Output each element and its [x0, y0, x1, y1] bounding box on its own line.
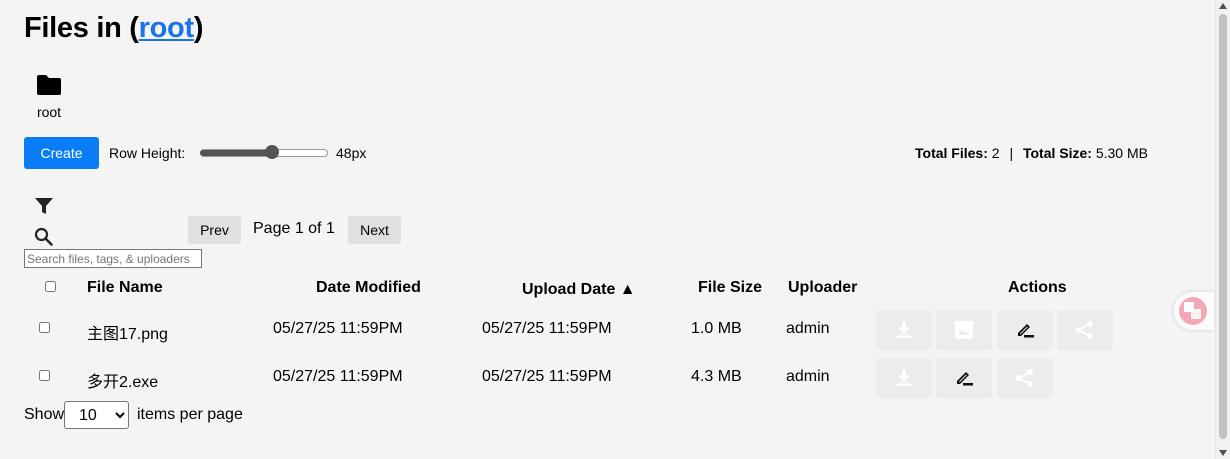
uploader: admin	[786, 368, 830, 385]
column-header-upload-date[interactable]: Upload Date ▲	[522, 281, 636, 299]
title-suffix: )	[193, 12, 204, 44]
row-checkbox[interactable]	[39, 322, 50, 333]
column-header-date-modified[interactable]: Date Modified	[316, 279, 421, 297]
row-checkbox[interactable]	[39, 370, 50, 381]
file-name[interactable]: 主图17.png	[87, 320, 168, 344]
prev-page-button[interactable]: Prev	[188, 216, 241, 244]
edit-icon	[1018, 324, 1034, 338]
download-icon	[897, 369, 911, 386]
preview-button[interactable]	[936, 310, 992, 350]
page-info: Page 1 of 1	[253, 220, 335, 237]
total-files-label: Total Files:	[915, 145, 988, 161]
share-icon	[1016, 369, 1033, 387]
column-header-file-size[interactable]: File Size	[698, 279, 762, 297]
uploader: admin	[786, 320, 830, 337]
sort-ascending-icon: ▲	[619, 281, 636, 298]
scrollbar-thumb[interactable]	[1219, 14, 1227, 439]
share-icon	[1076, 321, 1093, 339]
title-prefix: Files in (	[24, 12, 139, 44]
total-size-label: Total Size:	[1022, 145, 1092, 161]
folder-icon	[37, 75, 61, 95]
create-button[interactable]: Create	[24, 137, 99, 169]
items-per-page-label: items per page	[137, 406, 243, 423]
search-icon[interactable]	[34, 227, 53, 246]
column-header-file-name[interactable]: File Name	[87, 279, 163, 297]
root-breadcrumb-link[interactable]: root	[139, 12, 194, 44]
edit-icon	[957, 372, 973, 386]
items-per-page-select[interactable]: 10	[64, 401, 129, 429]
upload-date: 05/27/25 11:59PM	[482, 368, 612, 385]
file-name[interactable]: 多开2.exe	[87, 368, 158, 392]
totals-separator: |	[1009, 145, 1014, 161]
vertical-scrollbar[interactable]	[1215, 0, 1230, 459]
row-height-slider[interactable]	[200, 145, 328, 159]
folder-label: root	[36, 104, 62, 120]
slider-knob[interactable]	[264, 145, 279, 159]
translate-extension-button[interactable]	[1174, 292, 1214, 330]
select-all-checkbox[interactable]	[45, 281, 56, 292]
rename-button[interactable]	[997, 310, 1053, 350]
share-button[interactable]	[997, 358, 1053, 398]
search-input[interactable]	[24, 249, 202, 268]
next-page-button[interactable]: Next	[348, 216, 401, 244]
upload-date: 05/27/25 11:59PM	[482, 320, 612, 337]
row-height-label: Row Height:	[109, 145, 186, 161]
file-manager-page: Files in (root) root Create Row Height: …	[0, 0, 1216, 459]
upload-date-label: Upload Date	[522, 281, 616, 298]
translate-icon	[1184, 302, 1201, 319]
total-files-value: 2	[991, 145, 1000, 161]
rename-button[interactable]	[936, 358, 992, 398]
show-label: Show	[24, 406, 65, 423]
download-button[interactable]	[876, 310, 932, 350]
page-title: Files in (root)	[24, 12, 203, 45]
total-size-value: 5.30 MB	[1095, 145, 1148, 161]
download-icon	[897, 321, 911, 338]
filter-icon[interactable]	[35, 198, 53, 215]
download-button[interactable]	[876, 358, 932, 398]
share-button[interactable]	[1057, 310, 1113, 350]
date-modified: 05/27/25 11:59PM	[273, 368, 403, 385]
image-icon	[955, 321, 973, 339]
scroll-up-arrow-icon[interactable]	[1219, 3, 1227, 9]
date-modified: 05/27/25 11:59PM	[273, 320, 403, 337]
row-height-value: 48px	[336, 145, 367, 161]
totals-summary: Total Files: 2 | Total Size: 5.30 MB	[915, 145, 1148, 161]
column-header-actions: Actions	[1008, 279, 1067, 296]
scroll-down-arrow-icon[interactable]	[1219, 450, 1227, 456]
file-size: 4.3 MB	[691, 368, 742, 385]
file-size: 1.0 MB	[691, 320, 742, 337]
column-header-uploader[interactable]: Uploader	[788, 279, 857, 297]
slider-fill	[200, 150, 272, 156]
folder-root[interactable]: root	[24, 74, 74, 120]
